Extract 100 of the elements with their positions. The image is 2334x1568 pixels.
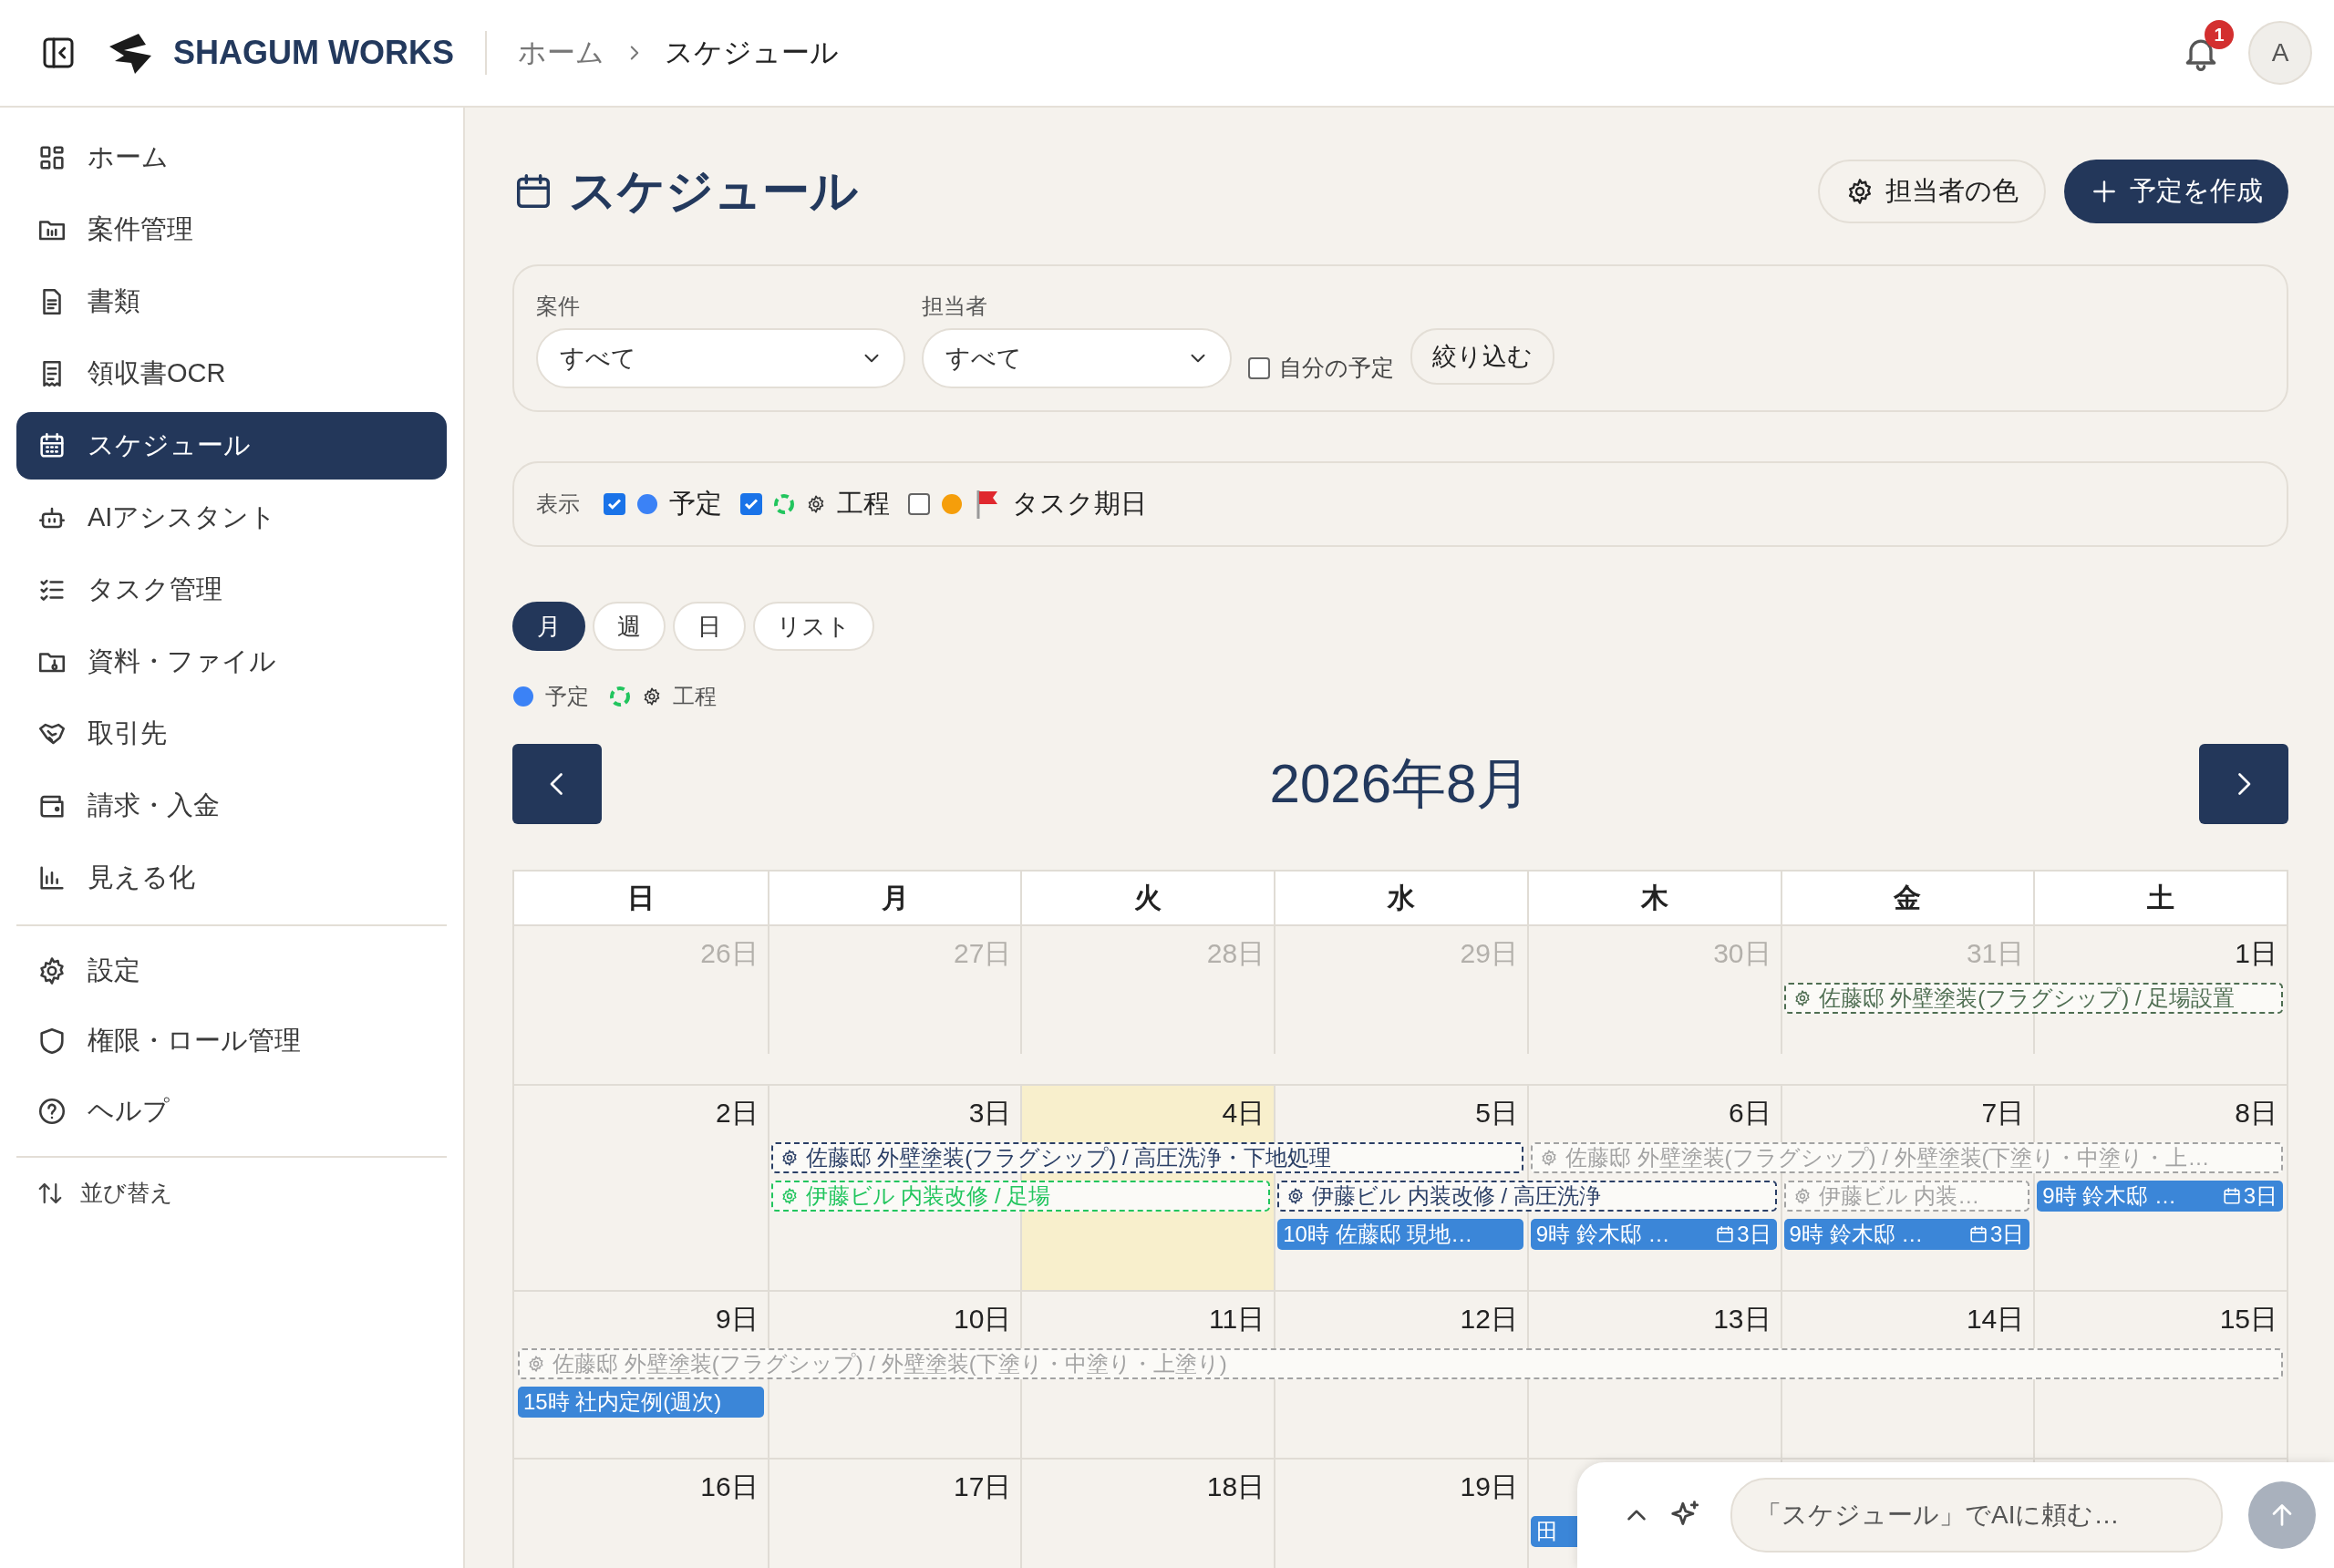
breadcrumb-item: スケジュール — [665, 36, 839, 70]
day-number: 19日 — [1460, 1470, 1518, 1503]
nav-item[interactable]: AIアシスタント — [16, 484, 447, 552]
gear-icon — [527, 1355, 545, 1373]
dot-icon — [512, 686, 534, 707]
day-number: 29日 — [1460, 937, 1518, 970]
weekday-header: 金 — [1780, 872, 2034, 924]
view-tab[interactable]: 月 — [512, 602, 585, 651]
checkbox-label: 自分の予定 — [1279, 354, 1394, 382]
nav-item[interactable]: 資料・ファイル — [16, 628, 447, 696]
day-number: 10日 — [954, 1303, 1012, 1336]
nav-item[interactable]: ホーム — [16, 124, 447, 191]
nav-item[interactable]: スケジュール — [16, 412, 447, 480]
nav-item[interactable]: 権限・ロール管理 — [16, 1009, 447, 1073]
calendar-icon — [1715, 1224, 1736, 1244]
day-number: 2日 — [716, 1097, 759, 1130]
day-number: 5日 — [1475, 1097, 1518, 1130]
nav-item[interactable]: ヘルプ — [16, 1079, 447, 1143]
appointment-event[interactable]: 9時 鈴木邸 … 3日 — [2037, 1181, 2283, 1212]
day-number: 13日 — [1713, 1303, 1771, 1336]
day-number: 1日 — [2235, 937, 2277, 970]
day-number: 18日 — [1206, 1470, 1265, 1503]
nav-item[interactable]: 書類 — [16, 268, 447, 335]
appointment-event[interactable]: 15時 社内定例(週次) — [518, 1387, 764, 1418]
view-tab[interactable]: 週 — [593, 602, 666, 651]
nav-item[interactable]: 領収書OCR — [16, 340, 447, 407]
assignee-color-button[interactable]: 担当者の色 — [1818, 160, 2046, 223]
weekday-header: 水 — [1274, 872, 1527, 924]
appointment-event[interactable]: 9時 鈴木邸 … 3日 — [1783, 1219, 2030, 1250]
day-number: 4日 — [1222, 1097, 1265, 1130]
day-count: 3日 — [1737, 1221, 1771, 1248]
weekday-header: 土 — [2033, 872, 2287, 924]
day-number: 16日 — [700, 1470, 759, 1503]
day-number: 6日 — [1728, 1097, 1771, 1130]
day-number: 28日 — [1206, 937, 1265, 970]
day-number: 26日 — [700, 937, 759, 970]
display-label: 表示 — [536, 490, 580, 518]
process-event[interactable]: 佐藤邸 外壁塗装(フラグシップ) / 高圧洗浄・下地処理 — [770, 1142, 1523, 1173]
dot-icon — [941, 493, 963, 515]
weekday-header: 木 — [1526, 872, 1781, 924]
process-event[interactable]: 佐藤邸 外壁塗装(フラグシップ) / 足場設置 — [1783, 983, 2283, 1014]
day-number: 15日 — [2219, 1303, 2277, 1336]
day-number: 17日 — [954, 1470, 1012, 1503]
view-tab[interactable]: 日 — [673, 602, 746, 651]
create-event-button[interactable]: 予定を作成 — [2064, 160, 2288, 223]
checkbox[interactable] — [740, 493, 762, 515]
appointment-event[interactable]: 9時 鈴木邸 … 3日 — [1530, 1219, 1777, 1250]
legend-label: 工程 — [673, 683, 717, 710]
help-icon — [36, 1096, 67, 1127]
day-number: 27日 — [954, 937, 1012, 970]
calendar-icon — [1967, 1224, 1988, 1244]
calendar-icon — [2221, 1186, 2242, 1206]
field-label: 担当者 — [922, 293, 988, 320]
view-tab[interactable]: リスト — [753, 602, 874, 651]
nav-item[interactable]: 設定 — [16, 939, 447, 1003]
dot-icon — [636, 493, 658, 515]
option-label: 工程 — [837, 488, 890, 520]
nav-item[interactable]: タスク管理 — [16, 556, 447, 624]
brand-name: SHAGUM WORKS — [173, 34, 454, 72]
day-number: 30日 — [1713, 937, 1771, 970]
nav-item[interactable]: 案件管理 — [16, 196, 447, 263]
breadcrumb-item[interactable]: ホーム — [518, 34, 604, 72]
nav-item[interactable]: 見える化 — [16, 844, 447, 912]
day-number: 7日 — [1981, 1097, 2025, 1130]
gear-icon — [642, 686, 662, 707]
month-title: 2026年8月 — [1269, 751, 1532, 816]
dashed-ring-icon — [773, 493, 795, 515]
field-label: 案件 — [536, 293, 581, 320]
day-number: 8日 — [2235, 1097, 2277, 1130]
nav-item[interactable]: 請求・入金 — [16, 772, 447, 840]
day-number: 31日 — [1966, 937, 2025, 970]
select-field[interactable]: すべて — [922, 328, 1232, 388]
checkbox[interactable] — [908, 493, 930, 515]
day-count: 3日 — [1989, 1221, 2025, 1248]
logo-icon — [108, 32, 153, 74]
weekday-header: 火 — [1020, 872, 1275, 924]
weekday-header: 日 — [625, 881, 656, 914]
dashed-ring-icon — [609, 686, 631, 707]
nav-item[interactable]: 取引先 — [16, 700, 447, 768]
gear-icon — [806, 494, 826, 514]
day-number: 9日 — [716, 1303, 759, 1336]
select-field[interactable]: すべて — [536, 328, 905, 388]
page-title: スケジュール — [569, 163, 859, 219]
option-label: タスク期日 — [1012, 488, 1147, 520]
process-event[interactable]: 伊藤ビル 内装改修 / 高圧洗浄 — [1277, 1181, 1777, 1212]
option-label: 予定 — [669, 488, 722, 520]
day-number: 14日 — [1966, 1303, 2025, 1336]
weekday-header: 月 — [767, 872, 1021, 924]
sort-button[interactable]: 並び替え — [0, 1171, 463, 1215]
day-number: 12日 — [1460, 1303, 1518, 1336]
user-avatar[interactable]: A — [2248, 21, 2312, 85]
filter-button[interactable]: 絞り込む — [1410, 328, 1554, 385]
notification-badge: 1 — [2205, 20, 2234, 49]
day-number: 3日 — [968, 1097, 1012, 1130]
checkbox[interactable] — [604, 493, 625, 515]
appointment-event[interactable]: 10時 佐藤邸 現地… — [1277, 1219, 1523, 1250]
day-count: 3日 — [2243, 1182, 2277, 1210]
checkbox[interactable] — [1248, 356, 1270, 379]
ai-prompt-field[interactable]: 「スケジュール」でAIに頼む… — [1730, 1478, 2223, 1553]
day-number: 11日 — [1209, 1303, 1265, 1336]
